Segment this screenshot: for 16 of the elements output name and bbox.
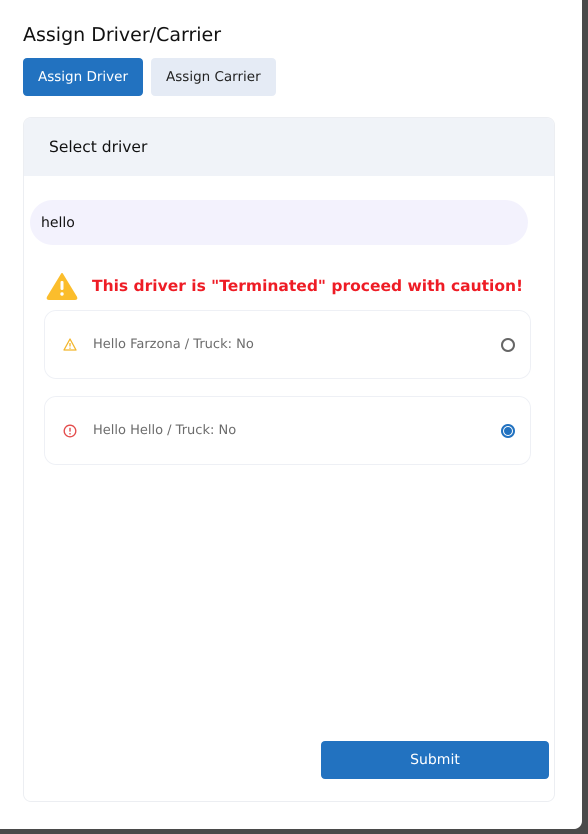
alert-text: This driver is "Terminated" proceed with caution! (92, 277, 524, 295)
warning-icon (63, 338, 77, 351)
radio-button[interactable] (501, 338, 515, 352)
search-field[interactable]: hello (30, 200, 528, 245)
radio-button[interactable] (501, 424, 515, 438)
submit-button[interactable]: Submit (321, 741, 549, 779)
driver-label: Hello Hello / Truck: No (93, 423, 238, 438)
driver-option[interactable]: Hello Hello / Truck: No (44, 396, 531, 465)
tab[interactable]: Assign Carrier (151, 58, 276, 96)
warning-icon (46, 272, 78, 300)
error-icon (63, 424, 77, 438)
driver-label: Hello Farzona / Truck: No (93, 337, 255, 352)
tab[interactable]: Assign Driver (23, 58, 144, 96)
driver-option[interactable]: Hello Farzona / Truck: No (44, 310, 531, 379)
modal-title: Assign Driver/Carrier (23, 24, 222, 46)
panel-heading: Select driver (24, 118, 554, 176)
